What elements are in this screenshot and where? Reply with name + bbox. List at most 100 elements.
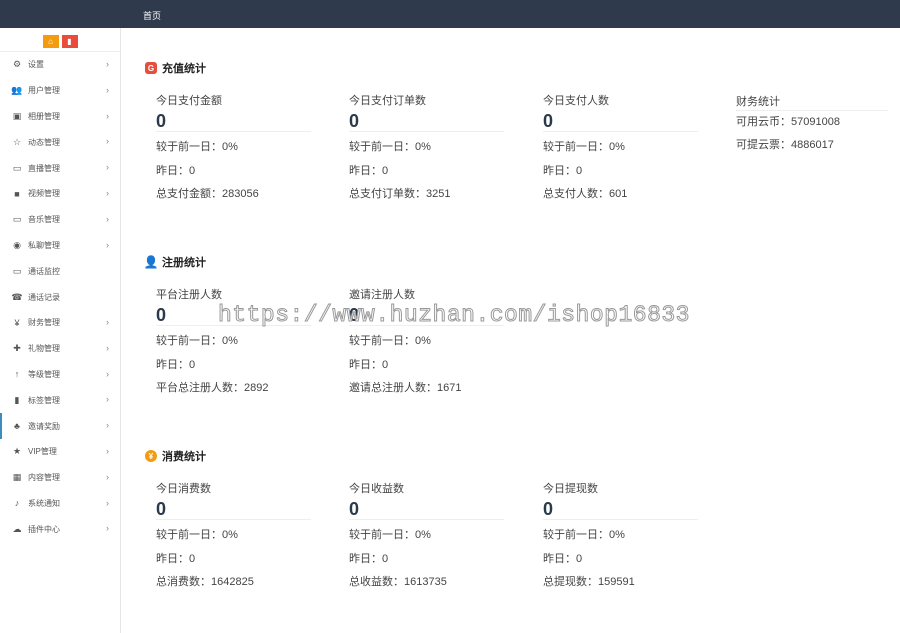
stat-yesterday: 昨日：0 xyxy=(156,358,196,371)
stat-compare: 较于前一日：0% xyxy=(156,141,238,153)
sidebar-item[interactable]: ■ 视频管理 › xyxy=(0,181,120,207)
stat-compare: 较于前一日：0% xyxy=(156,529,238,541)
chevron-right-icon: › xyxy=(106,523,109,534)
sidebar-item-label: 财务管理 xyxy=(28,318,60,328)
user-icon: 👤 xyxy=(143,255,159,269)
stat-yesterday: 昨日：0 xyxy=(349,358,389,371)
withdrawable-tickets: 可提云票：4886017 xyxy=(736,139,834,151)
sidebar-item[interactable]: ▮ 标签管理 › xyxy=(0,387,120,413)
stat-total: 总提现数：159591 xyxy=(543,576,635,588)
stat-value: 0 xyxy=(349,110,504,132)
sidebar-item[interactable]: ♪ 系统通知 › xyxy=(0,491,120,517)
stat-label: 今日收益数 xyxy=(349,483,404,495)
stat-label: 今日支付金额 xyxy=(156,95,222,107)
sidebar-item-label: 通话记录 xyxy=(28,292,60,302)
sidebar-item[interactable]: ▦ 内容管理 › xyxy=(0,465,120,491)
stat-card: 今日支付订单数 0 较于前一日：0% 昨日：0 总支付订单数：3251 xyxy=(349,92,504,207)
chevron-right-icon: › xyxy=(106,445,109,456)
telegram-icon: ◉ xyxy=(13,239,21,250)
sidebar-item[interactable]: ☁ 插件中心 › xyxy=(0,516,120,542)
home-icon[interactable]: ⌂ xyxy=(42,35,59,48)
chevron-right-icon: › xyxy=(106,84,109,95)
chevron-right-icon: › xyxy=(106,187,109,198)
stat-yesterday: 昨日：0 xyxy=(543,164,583,177)
stat-value: 0 xyxy=(349,498,504,520)
sidebar-item-label: 系统通知 xyxy=(28,498,60,508)
gears-icon: ⚙ xyxy=(12,59,22,70)
gift-icon: ✚ xyxy=(13,343,21,354)
sidebar-item-label: 直播管理 xyxy=(28,163,60,173)
sidebar-item-label: 等级管理 xyxy=(28,369,60,379)
sidebar-item[interactable]: ⚙ 设置 › xyxy=(0,52,120,78)
section-title-text: 注册统计 xyxy=(162,257,206,269)
chevron-right-icon: › xyxy=(106,136,109,147)
chevron-right-icon: › xyxy=(106,497,109,508)
stat-value: 0 xyxy=(156,498,311,520)
sidebar-menu: ⚙ 设置 › 👥 用户管理 › ▣ 相册管理 › ☆ 动态管理 › ▭ 直播管理 › ■ 视频管理 › ▭ 音乐管理 ›… xyxy=(0,52,120,542)
star-outline-icon: ☆ xyxy=(12,136,22,147)
video-icon: ■ xyxy=(14,188,20,199)
stat-card: 今日支付人数 0 较于前一日：0% 昨日：0 总支付人数：601 xyxy=(543,92,698,207)
sidebar-item[interactable]: 👥 用户管理 › xyxy=(0,78,120,104)
desktop-icon: ▭ xyxy=(12,214,22,225)
stat-compare: 较于前一日：0% xyxy=(349,335,431,347)
monitor-icon: ▭ xyxy=(12,162,22,173)
stat-yesterday: 昨日：0 xyxy=(349,552,389,565)
section-title-text: 充值统计 xyxy=(162,63,206,75)
stat-label: 今日消费数 xyxy=(156,483,211,495)
stat-card: 今日收益数 0 较于前一日：0% 昨日：0 总收益数：1613735 xyxy=(349,480,504,595)
sidebar-item[interactable]: ✚ 礼物管理 › xyxy=(0,336,120,362)
stat-yesterday: 昨日：0 xyxy=(156,164,196,177)
finance-title: 财务统计 xyxy=(736,94,888,111)
bell-icon: ♪ xyxy=(14,498,20,509)
sidebar-item[interactable]: ¥ 财务管理 › xyxy=(0,310,120,336)
sidebar-item[interactable]: ▭ 直播管理 › xyxy=(0,155,120,181)
chevron-right-icon: › xyxy=(106,162,109,173)
sidebar-item-label: 音乐管理 xyxy=(28,215,60,225)
tag-icon: ▮ xyxy=(14,394,20,405)
stat-label: 今日支付订单数 xyxy=(349,95,426,107)
stat-yesterday: 昨日：0 xyxy=(349,164,389,177)
phone-icon: ☎ xyxy=(11,291,23,302)
stat-label: 今日提现数 xyxy=(543,483,598,495)
grid-icon: ▦ xyxy=(12,472,22,483)
stat-compare: 较于前一日：0% xyxy=(543,141,625,153)
section-recharge-title: G 充值统计 xyxy=(145,60,206,76)
sitemap-icon: ♣ xyxy=(14,421,20,432)
bookmark-icon[interactable]: ▮ xyxy=(61,35,78,48)
sidebar-item-label: 私聊管理 xyxy=(28,240,60,250)
sidebar-item-label: 邀请奖励 xyxy=(28,421,60,431)
sidebar-quick-buttons: ⌂ ▮ xyxy=(0,28,120,52)
stat-value: 0 xyxy=(543,110,698,132)
chevron-right-icon: › xyxy=(106,110,109,121)
stat-label: 今日支付人数 xyxy=(543,95,609,107)
stat-total: 平台总注册人数：2892 xyxy=(156,382,269,394)
stat-card: 今日提现数 0 较于前一日：0% 昨日：0 总提现数：159591 xyxy=(543,480,698,595)
stat-total: 邀请总注册人数：1671 xyxy=(349,382,462,394)
stat-yesterday: 昨日：0 xyxy=(543,552,583,565)
sidebar-item-label: 通话监控 xyxy=(28,266,60,276)
available-coins: 可用云币：57091008 xyxy=(736,116,840,128)
sidebar: ⌂ ▮ ⚙ 设置 › 👥 用户管理 › ▣ 相册管理 › ☆ 动态管理 › ▭ 直播管理 › ■ 视频管理 › ▭ 音… xyxy=(0,28,121,633)
sidebar-item-label: 相册管理 xyxy=(28,111,60,121)
chevron-right-icon: › xyxy=(106,342,109,353)
home-tab[interactable]: 首页 xyxy=(143,9,161,22)
sidebar-item[interactable]: ▭ 通话监控 xyxy=(0,258,120,284)
stat-compare: 较于前一日：0% xyxy=(543,529,625,541)
sidebar-item-label: 礼物管理 xyxy=(28,344,60,354)
stat-total: 总消费数：1642825 xyxy=(156,576,254,588)
star-icon: ★ xyxy=(12,446,22,457)
sidebar-item[interactable]: ▭ 音乐管理 › xyxy=(0,207,120,233)
sidebar-item-label: 内容管理 xyxy=(28,473,60,483)
main-content: G 充值统计 今日支付金额 0 较于前一日：0% 昨日：0 总支付金额：283056 今日… xyxy=(121,28,900,633)
sidebar-item[interactable]: ♣ 邀请奖励 › xyxy=(0,413,120,439)
sidebar-item-label: 标签管理 xyxy=(28,395,60,405)
sidebar-item[interactable]: ◉ 私聊管理 › xyxy=(0,233,120,259)
sidebar-item[interactable]: ↑ 等级管理 › xyxy=(0,362,120,388)
yen-circle-icon: ¥ xyxy=(145,450,157,462)
sidebar-item[interactable]: ☆ 动态管理 › xyxy=(0,129,120,155)
sidebar-item[interactable]: ▣ 相册管理 › xyxy=(0,104,120,130)
sidebar-item-label: 动态管理 xyxy=(28,137,60,147)
sidebar-item[interactable]: ☎ 通话记录 xyxy=(0,284,120,310)
sidebar-item[interactable]: ★ VIP管理 › xyxy=(0,439,120,465)
